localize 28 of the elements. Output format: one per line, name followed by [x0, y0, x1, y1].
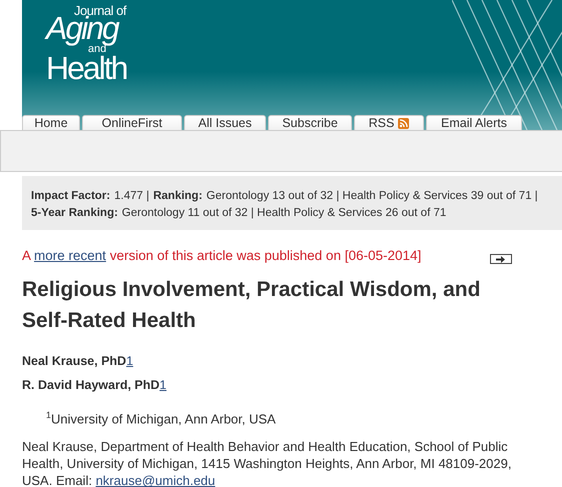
author-name: Neal Krause, PhD1: [22, 354, 134, 368]
ranking-text: Gerontology 13 out of 32 | Health Policy & Services 39 out of 71 |: [206, 189, 538, 204]
author-name: R. David Hayward, PhD1: [22, 378, 168, 392]
rss-icon: [398, 118, 410, 128]
email-link[interactable]: nkrause@umich.edu: [96, 473, 216, 487]
affiliation-link[interactable]: 1: [160, 378, 166, 392]
ranking-text: Gerontology 11 out of 32 | Health Policy & Services 26 out of 71: [122, 206, 446, 221]
ranking-text: 1.477 |: [114, 189, 150, 204]
more-recent-link[interactable]: more recent: [34, 248, 106, 262]
correspondence-text: Neal Krause, Department of Health Behavior and Health Education, School of Public Health, University of Michigan, 1415 Washington Heights, Ann Arbor, MI 48109-2029, USA. Email: nkrause@umich.edu: [22, 438, 512, 487]
logo-text: Journal of: [74, 6, 126, 16]
logo-text: and: [88, 44, 106, 54]
affiliation-text: $^{1}$University of Michigan, Ann Arbor, USA: [46, 410, 277, 426]
nav-tab[interactable]: Email Alerts: [426, 115, 522, 130]
article-title: Religious Involvement, Practical Wisdom, and Self-Rated Health: [22, 277, 482, 334]
nav-tab[interactable]: All Issues: [184, 115, 266, 130]
nav-tab[interactable]: Home: [22, 115, 80, 130]
arrow-button[interactable]: [490, 254, 512, 264]
ranking-label: Impact Factor:: [31, 189, 110, 204]
version-notice: A more recent version of this article was published on [06-05-2014]: [22, 248, 422, 262]
nav-tab[interactable]: Subscribe: [268, 115, 352, 130]
ranking-label: Ranking:: [153, 189, 202, 204]
nav-tab[interactable]: OnlineFirst: [82, 115, 182, 130]
ranking-label: 5-Year Ranking:: [31, 206, 118, 221]
affiliation-link[interactable]: 1: [126, 354, 134, 368]
nav-tab[interactable]: RSS: [354, 115, 424, 130]
logo-text: Health: [46, 56, 126, 82]
arrow-icon: [496, 256, 506, 262]
